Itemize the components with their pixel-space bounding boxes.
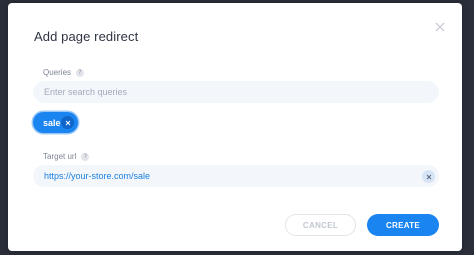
close-icon <box>426 174 431 179</box>
close-icon <box>65 120 70 125</box>
target-url-label: Target url <box>43 152 77 161</box>
remove-chip-button[interactable] <box>61 116 74 129</box>
query-chip: sale <box>33 112 78 133</box>
query-chip-label: sale <box>43 117 61 128</box>
create-button[interactable]: CREATE <box>367 214 439 236</box>
add-page-redirect-dialog: Add page redirect Queries ? Enter search… <box>8 3 462 251</box>
close-icon[interactable] <box>434 21 446 33</box>
dialog-title: Add page redirect <box>34 29 139 44</box>
help-icon[interactable]: ? <box>76 68 85 77</box>
target-url-field[interactable]: https://your-store.com/sale <box>33 165 439 187</box>
queries-label: Queries <box>43 68 72 77</box>
target-label-row: Target url ? <box>43 152 90 161</box>
search-queries-input[interactable]: Enter search queries <box>33 81 439 103</box>
clear-target-url-button[interactable] <box>422 170 435 183</box>
help-icon[interactable]: ? <box>81 152 90 161</box>
queries-label-row: Queries ? <box>43 68 85 77</box>
cancel-button[interactable]: CANCEL <box>285 214 356 236</box>
